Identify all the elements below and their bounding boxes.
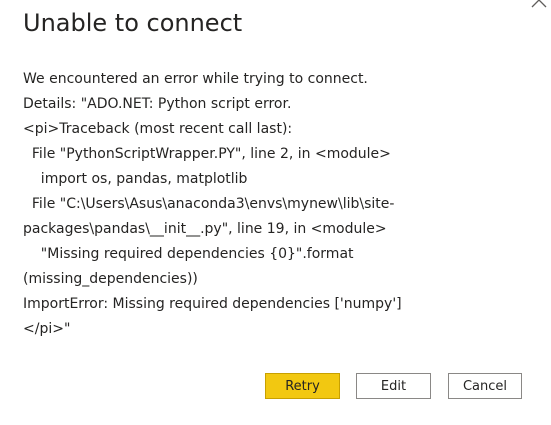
error-message: We encountered an error while trying to … <box>23 67 523 342</box>
message-line: ImportError: Missing required dependenci… <box>23 296 402 312</box>
message-line: We encountered an error while trying to … <box>23 71 368 87</box>
message-line: <pi>Traceback (most recent call last): <box>23 121 293 137</box>
message-line: "Missing required dependencies {0}".form… <box>23 246 354 262</box>
cancel-button[interactable]: Cancel <box>448 373 522 399</box>
message-line: File "C:\Users\Asus\anaconda3\envs\mynew… <box>23 196 395 212</box>
dialog-buttons: Retry Edit Cancel <box>0 373 551 401</box>
message-line: packages\pandas\__init__.py", line 19, i… <box>23 221 387 237</box>
message-line: (missing_dependencies)) <box>23 271 198 287</box>
message-line: </pi>" <box>23 321 71 337</box>
retry-button[interactable]: Retry <box>265 373 340 399</box>
message-line: File "PythonScriptWrapper.PY", line 2, i… <box>23 146 391 162</box>
close-button[interactable] <box>529 0 549 10</box>
message-line: import os, pandas, matplotlib <box>23 171 248 187</box>
error-dialog: Unable to connect We encountered an erro… <box>0 0 551 425</box>
dialog-title: Unable to connect <box>23 9 243 37</box>
message-line: Details: "ADO.NET: Python script error. <box>23 96 292 112</box>
edit-button[interactable]: Edit <box>356 373 431 399</box>
close-icon <box>531 0 547 8</box>
